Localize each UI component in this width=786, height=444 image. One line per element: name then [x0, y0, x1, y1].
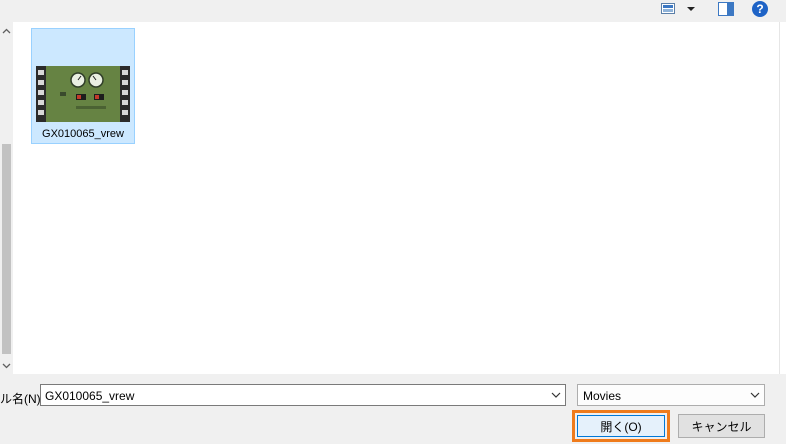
chevron-down-icon: [687, 7, 695, 11]
file-type-dropdown[interactable]: [746, 385, 764, 405]
file-type-select[interactable]: Movies: [577, 384, 765, 406]
filename-value[interactable]: GX010065_vrew: [45, 389, 134, 403]
view-options-icon: [661, 3, 675, 14]
filename-history-dropdown[interactable]: [547, 385, 565, 405]
video-file-icon: [36, 66, 130, 122]
preview-pane-button[interactable]: [712, 0, 740, 18]
cancel-button[interactable]: キャンセル: [678, 414, 765, 438]
vertical-scrollbar[interactable]: [0, 22, 13, 374]
filename-input[interactable]: GX010065_vrew: [40, 384, 566, 406]
chevron-down-icon: [2, 363, 11, 368]
chevron-down-icon: [551, 392, 561, 398]
open-button-highlight: 開く(O): [572, 410, 670, 442]
toolbar: ?: [0, 0, 786, 22]
help-icon: ?: [752, 1, 768, 17]
scroll-up-button[interactable]: [0, 22, 13, 39]
file-name-label: GX010065_vrew: [42, 128, 124, 140]
chevron-up-icon: [2, 28, 11, 33]
filename-label: ル名(N):: [0, 392, 44, 406]
open-button[interactable]: 開く(O): [577, 415, 665, 437]
preview-pane-icon: [718, 2, 734, 16]
pane-divider: [779, 22, 786, 374]
file-item[interactable]: GX010065_vrew: [31, 28, 135, 144]
scrollbar-thumb[interactable]: [2, 144, 11, 354]
dialog-footer: ル名(N): GX010065_vrew Movies 開く(O) キャンセル: [0, 374, 786, 444]
help-button[interactable]: ?: [748, 0, 772, 18]
scroll-down-button[interactable]: [0, 357, 13, 374]
file-type-value: Movies: [583, 389, 622, 403]
chevron-down-icon: [750, 392, 760, 398]
file-list-pane[interactable]: GX010065_vrew: [0, 22, 786, 374]
change-view-button[interactable]: [656, 0, 702, 18]
